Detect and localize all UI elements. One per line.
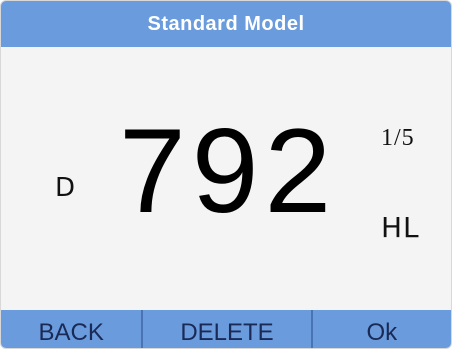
softkey-bar: BACK DELETE Ok [1,310,451,348]
title-bar: Standard Model [1,1,451,47]
page-title: Standard Model [147,12,305,35]
hardness-unit: HL [381,211,420,244]
back-button[interactable]: BACK [1,310,144,348]
delete-button[interactable]: DELETE [143,310,313,348]
impact-direction-label: D [55,173,76,203]
hardness-reading: 792 [119,104,338,238]
measurement-count: 1/5 [381,125,415,151]
ok-button[interactable]: Ok [313,310,451,348]
device-screen: Standard Model D 792 1/5 HL BACK DELETE … [0,0,452,349]
